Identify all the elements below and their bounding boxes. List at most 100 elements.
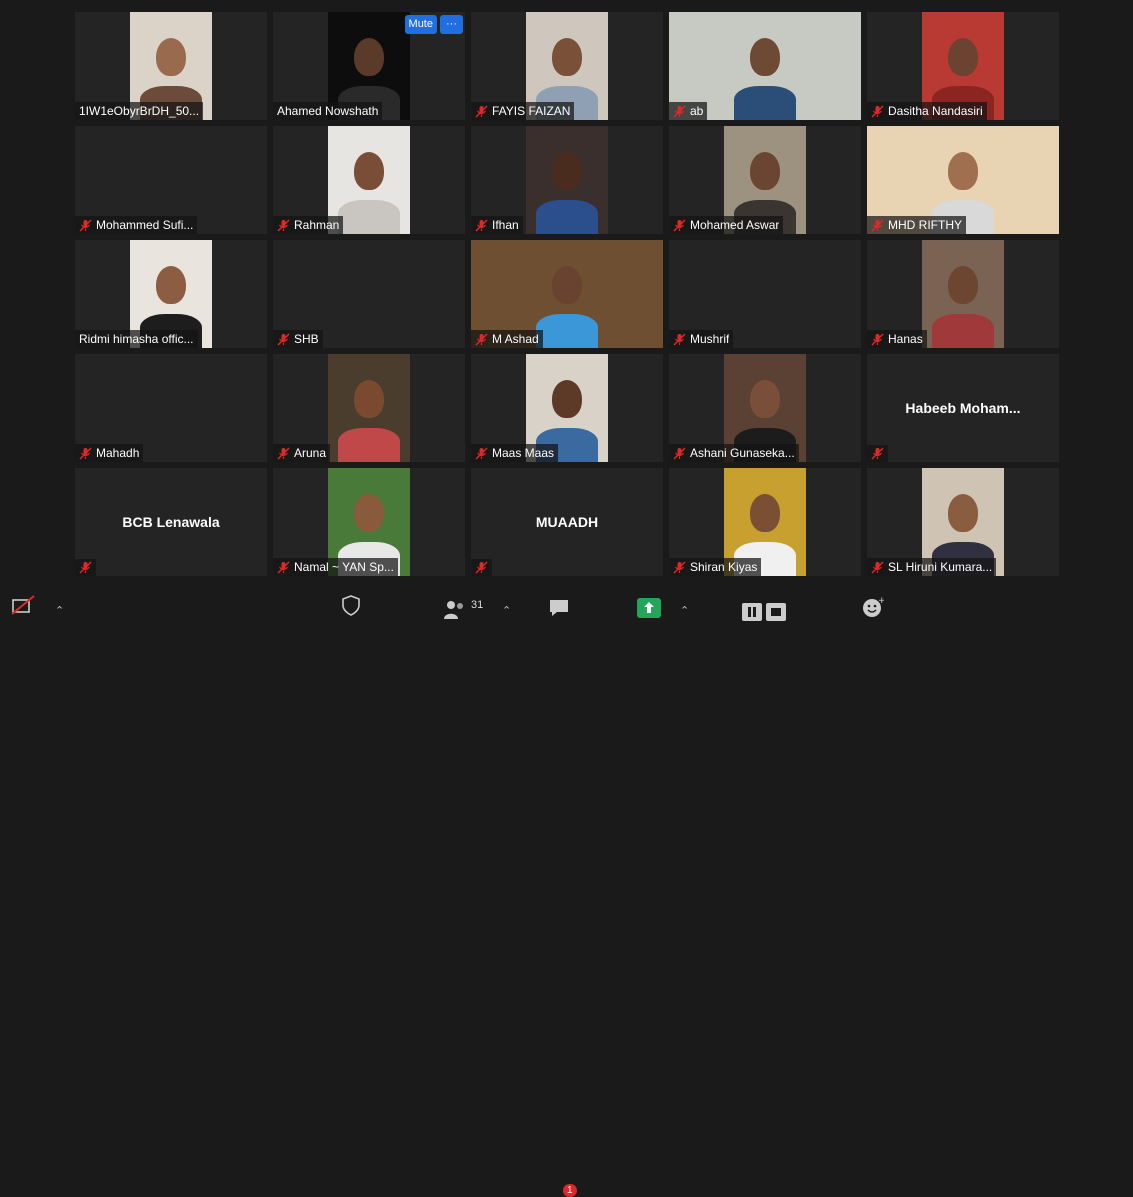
participant-tile[interactable]: Mohamed Aswar xyxy=(669,126,861,234)
participant-name: MHD RIFTHY xyxy=(888,218,962,232)
participant-face xyxy=(354,380,384,418)
participant-tile[interactable]: Maas Maas xyxy=(471,354,663,462)
video-options-caret-icon[interactable]: ⌃ xyxy=(55,604,64,617)
participant-face xyxy=(750,152,780,190)
participant-face xyxy=(750,38,780,76)
participant-name-bar: Ifhan xyxy=(471,216,523,234)
participant-video xyxy=(922,240,1004,348)
participant-name-bar: Mohamed Aswar xyxy=(669,216,784,234)
participant-tile[interactable]: Ridmi himasha offic... xyxy=(75,240,267,348)
participant-tile[interactable]: Mohammed Sufi... xyxy=(75,126,267,234)
participant-name-bar: Rahman xyxy=(273,216,344,234)
participant-name-bar: ab xyxy=(669,102,708,120)
participant-tile[interactable]: SL Hiruni Kumara... xyxy=(867,468,1059,576)
svg-text:+: + xyxy=(878,596,884,606)
chat-unread-badge: 1 xyxy=(563,1184,577,1197)
muted-mic-icon xyxy=(673,561,686,574)
participant-video xyxy=(526,126,608,234)
reactions-button[interactable]: + xyxy=(862,596,886,621)
participant-tile[interactable]: Ahamed Nowshath Mute ··· xyxy=(273,12,465,120)
muted-mic-icon xyxy=(475,105,488,118)
participant-name: Hanas xyxy=(888,332,923,346)
participant-name-bar: Dasitha Nandasiri xyxy=(867,102,987,120)
participant-face xyxy=(156,266,186,304)
participant-figure xyxy=(338,428,400,462)
record-button[interactable] xyxy=(742,601,786,621)
participant-name-bar: SHB xyxy=(273,330,323,348)
participants-caret-icon[interactable]: ⌃ xyxy=(502,604,511,617)
participant-face xyxy=(750,380,780,418)
participant-tile[interactable]: Rahman xyxy=(273,126,465,234)
participant-video xyxy=(328,354,410,462)
participant-name-bar: Shiran Kiyas xyxy=(669,558,762,576)
record-pause-stop-icon xyxy=(742,603,786,621)
participant-tile[interactable]: FAYIS FAIZAN xyxy=(471,12,663,120)
participant-tile[interactable]: MHD RIFTHY xyxy=(867,126,1059,234)
participant-figure xyxy=(338,200,400,234)
participant-name-bar: M Ashad xyxy=(471,330,543,348)
participant-count: 31 xyxy=(471,599,484,611)
participant-tile[interactable]: ab xyxy=(669,12,861,120)
participant-tile[interactable]: SHB xyxy=(273,240,465,348)
muted-mic-icon xyxy=(871,447,884,460)
mute-participant-button[interactable]: Mute xyxy=(404,15,437,34)
participant-tile[interactable]: Shiran Kiyas xyxy=(669,468,861,576)
participant-name-bar: 1IW1eObyrBrDH_50... xyxy=(75,102,204,120)
participant-name-bar: SL Hiruni Kumara... xyxy=(867,558,997,576)
muted-mic-icon xyxy=(475,333,488,346)
muted-mic-icon xyxy=(79,561,92,574)
participant-name: Namal ~ YAN Sp... xyxy=(294,560,394,574)
muted-mic-icon xyxy=(277,447,290,460)
participant-name: Ridmi himasha offic... xyxy=(79,332,194,346)
chat-button[interactable] xyxy=(548,598,572,621)
participant-tile[interactable]: Habeeb Moham... xyxy=(867,354,1059,462)
participant-tile[interactable]: M Ashad xyxy=(471,240,663,348)
participant-figure xyxy=(932,314,994,348)
participant-face xyxy=(354,494,384,532)
participant-name: Ahamed Nowshath xyxy=(277,104,379,118)
participant-face xyxy=(750,494,780,532)
participant-tile[interactable]: Namal ~ YAN Sp... xyxy=(273,468,465,576)
muted-mic-icon xyxy=(475,219,488,232)
security-shield-icon[interactable] xyxy=(340,594,362,619)
participant-face xyxy=(552,152,582,190)
share-screen-button[interactable] xyxy=(637,596,661,621)
participant-face xyxy=(948,38,978,76)
participant-tile[interactable]: Hanas xyxy=(867,240,1059,348)
muted-mic-icon xyxy=(673,447,686,460)
participant-name-bar: Maas Maas xyxy=(471,444,559,462)
participant-tile[interactable]: Mushrif xyxy=(669,240,861,348)
participant-tile[interactable]: Mahadh xyxy=(75,354,267,462)
share-options-caret-icon[interactable]: ⌃ xyxy=(680,604,689,617)
participants-button[interactable]: 31 xyxy=(443,599,483,619)
participant-name: SHB xyxy=(294,332,319,346)
participant-name-bar: Mushrif xyxy=(669,330,734,348)
participant-tile[interactable]: 1IW1eObyrBrDH_50... xyxy=(75,12,267,120)
video-off-button[interactable] xyxy=(10,594,38,619)
participant-tile[interactable]: Ashani Gunaseka... xyxy=(669,354,861,462)
participant-name: Aruna xyxy=(294,446,327,460)
participant-tile[interactable]: Dasitha Nandasiri xyxy=(867,12,1059,120)
participant-tile[interactable]: BCB Lenawala xyxy=(75,468,267,576)
participant-name-bar: Mohammed Sufi... xyxy=(75,216,198,234)
muted-mic-icon xyxy=(871,219,884,232)
participant-name: FAYIS FAIZAN xyxy=(492,104,571,118)
participant-tile[interactable]: Aruna xyxy=(273,354,465,462)
muted-mic-icon xyxy=(475,447,488,460)
participant-name-bar xyxy=(75,559,96,576)
participant-name: Dasitha Nandasiri xyxy=(888,104,983,118)
participant-name-bar: Namal ~ YAN Sp... xyxy=(273,558,398,576)
muted-mic-icon xyxy=(673,219,686,232)
participant-face xyxy=(552,38,582,76)
participant-face xyxy=(948,266,978,304)
participant-face xyxy=(948,494,978,532)
participant-tile[interactable]: Ifhan xyxy=(471,126,663,234)
muted-mic-icon xyxy=(871,561,884,574)
participant-tile[interactable]: MUAADH xyxy=(471,468,663,576)
participant-name-bar: FAYIS FAIZAN xyxy=(471,102,575,120)
muted-mic-icon xyxy=(79,219,92,232)
participant-name: Ifhan xyxy=(492,218,519,232)
more-options-button[interactable]: ··· xyxy=(440,15,463,34)
participant-face xyxy=(948,152,978,190)
participant-display-name: MUAADH xyxy=(535,514,599,530)
